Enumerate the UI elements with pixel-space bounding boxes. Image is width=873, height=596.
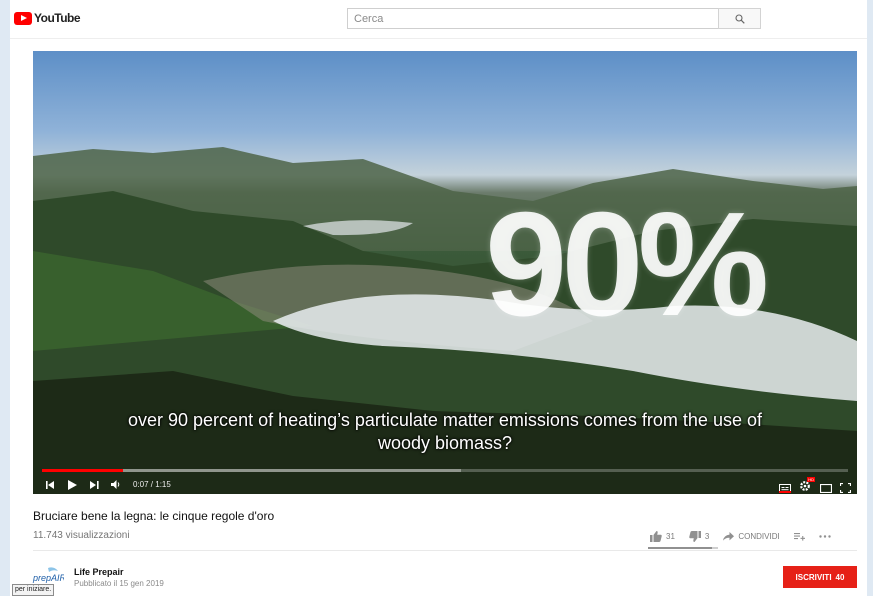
progress-played bbox=[42, 469, 123, 472]
share-arrow-icon bbox=[723, 531, 735, 541]
fullscreen-icon bbox=[839, 482, 852, 493]
thumbs-down-icon bbox=[689, 530, 701, 542]
fullscreen-button[interactable] bbox=[839, 480, 852, 493]
channel-logo-text: prepAIR bbox=[32, 573, 64, 583]
search-box bbox=[347, 8, 761, 29]
like-button[interactable]: 31 bbox=[650, 530, 675, 542]
settings-button[interactable]: HD bbox=[799, 476, 815, 491]
subtitles-button[interactable] bbox=[779, 480, 791, 493]
subscribe-button[interactable]: ISCRIVITI 40 bbox=[783, 566, 857, 588]
publish-date: Pubblicato il 15 gen 2019 bbox=[74, 579, 164, 588]
view-count: 11.743 visualizzazioni bbox=[33, 530, 130, 541]
tooltip: per iniziare. bbox=[12, 584, 55, 596]
thumbs-up-icon bbox=[650, 530, 662, 542]
video-subtitle: over 90 percent of heating’s particulate… bbox=[33, 409, 857, 455]
play-icon bbox=[67, 479, 77, 490]
player-controls-right: HD bbox=[779, 475, 852, 494]
theater-mode-icon bbox=[819, 483, 833, 493]
next-button[interactable] bbox=[83, 475, 105, 494]
volume-icon bbox=[110, 480, 119, 489]
previous-icon bbox=[45, 480, 54, 489]
logo-text: YouTube bbox=[34, 11, 81, 25]
progress-bar[interactable] bbox=[42, 469, 848, 472]
like-ratio-bar bbox=[648, 547, 718, 549]
overlay-percent-text: 90% bbox=[485, 182, 769, 347]
more-horizontal-icon bbox=[819, 534, 831, 538]
like-ratio-fill bbox=[648, 547, 712, 549]
share-label: CONDIVIDI bbox=[738, 531, 780, 541]
divider bbox=[33, 550, 857, 551]
share-button[interactable]: CONDIVIDI bbox=[723, 531, 780, 541]
subtitle-line-2: woody biomass? bbox=[377, 433, 513, 453]
playlist-add-icon bbox=[793, 532, 805, 541]
next-icon bbox=[89, 480, 99, 489]
dislike-count: 3 bbox=[704, 531, 710, 541]
video-title: Bruciare bene la legna: le cinque regole… bbox=[33, 509, 275, 523]
hd-badge: HD bbox=[807, 476, 815, 482]
video-player[interactable]: 90% over 90 percent of heating’s particu… bbox=[33, 51, 857, 494]
subscriber-count: 40 bbox=[835, 572, 845, 582]
previous-button[interactable] bbox=[39, 475, 61, 494]
youtube-logo[interactable]: YouTube bbox=[14, 11, 81, 25]
subtitle-line-1: over 90 percent of heating’s particulate… bbox=[128, 410, 762, 430]
search-button[interactable] bbox=[718, 8, 761, 29]
channel-name[interactable]: Life Prepair bbox=[74, 567, 124, 577]
player-controls: 0:07 / 1:15 HD bbox=[33, 475, 857, 494]
dislike-button[interactable]: 3 bbox=[689, 530, 710, 542]
masthead: YouTube bbox=[10, 0, 867, 39]
search-icon bbox=[734, 13, 745, 24]
like-count: 31 bbox=[666, 531, 675, 541]
add-to-playlist-button[interactable] bbox=[793, 532, 805, 541]
play-button[interactable] bbox=[61, 475, 83, 494]
search-input[interactable] bbox=[347, 8, 725, 29]
more-actions-button[interactable] bbox=[819, 534, 831, 538]
miniplayer-button[interactable] bbox=[819, 480, 833, 493]
subtitles-active-underline bbox=[779, 490, 791, 493]
subscribe-label: ISCRIVITI bbox=[795, 572, 832, 582]
youtube-play-icon bbox=[14, 11, 32, 25]
time-display: 0:07 / 1:15 bbox=[133, 480, 171, 489]
youtube-page: YouTube 90% over 90 percent of heating’s… bbox=[10, 0, 867, 596]
volume-button[interactable] bbox=[105, 475, 127, 494]
video-actions: 31 3 CONDIVIDI bbox=[650, 529, 845, 543]
